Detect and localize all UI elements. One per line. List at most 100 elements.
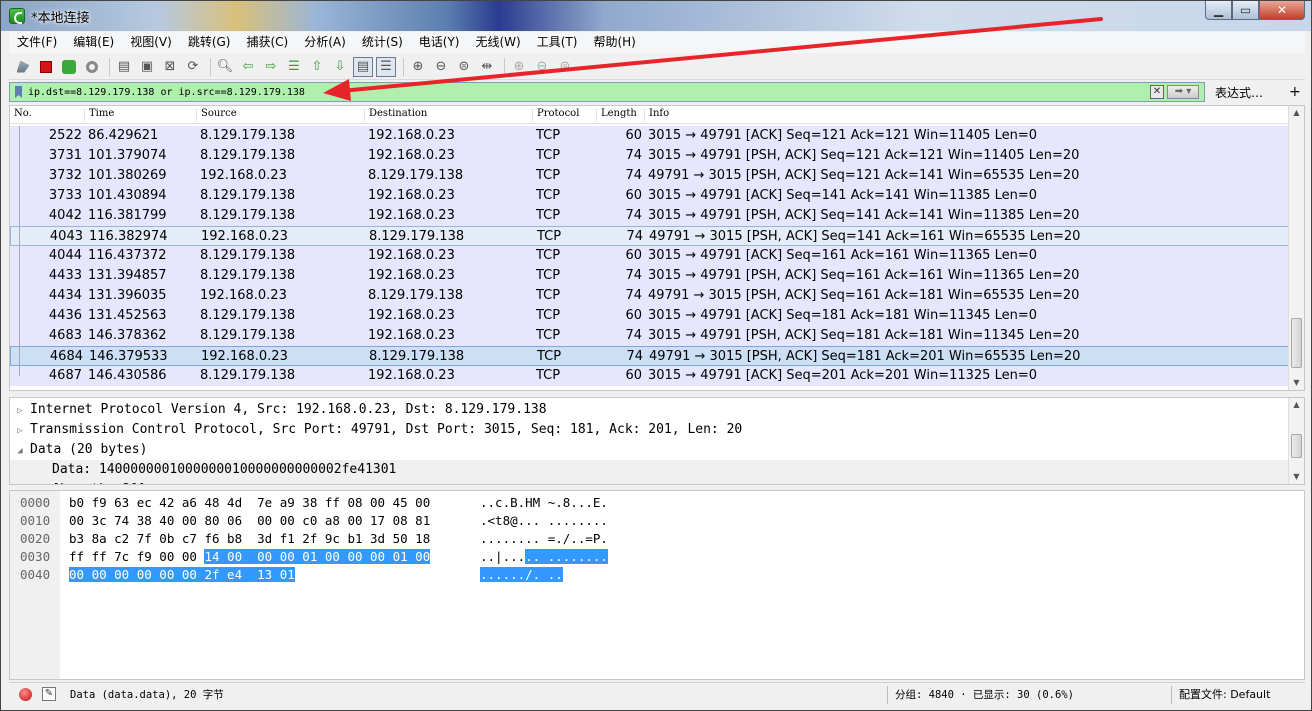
expand-subtrees-button[interactable]: ⊕	[509, 57, 529, 77]
maximize-button[interactable]: ▭	[1232, 1, 1259, 20]
detail-row[interactable]: ▷ Internet Protocol Version 4, Src: 192.1…	[10, 400, 1290, 420]
scroll-down-icon[interactable]: ▼	[1289, 376, 1304, 390]
byte-line[interactable]: 0000 b0 f9 63 ec 42 a6 48 4d 7e a9 38 ff …	[10, 494, 1304, 512]
packet-row[interactable]: 4684 146.379533 192.168.0.23 8.129.179.138 T…	[10, 346, 1290, 366]
byte-line[interactable]: 0030 ff ff 7c f9 00 00 14 00 00 00 01 00 …	[10, 548, 1304, 566]
start-capture-button[interactable]	[13, 57, 33, 77]
column-time[interactable]: Time	[84, 108, 114, 122]
column-info[interactable]: Info	[644, 108, 669, 122]
detail-row[interactable]: [Length: 20]	[10, 480, 1290, 484]
menu-item[interactable]: 编辑(E)	[65, 32, 122, 53]
packet-row[interactable]: 4687 146.430586 8.129.179.138 192.168.0.23 T…	[10, 366, 1290, 386]
collapse-subtrees-button[interactable]: ⊖	[532, 57, 552, 77]
packet-list-scrollbar[interactable]: ▲ ▼	[1288, 106, 1304, 390]
wireshark-app-icon	[9, 8, 25, 24]
column-no[interactable]: No.	[10, 108, 32, 122]
status-profile[interactable]: 配置文件: Default	[1179, 683, 1270, 707]
filter-text[interactable]: ip.dst==8.129.179.138 or ip.src==8.129.1…	[28, 87, 305, 98]
go-to-packet-button[interactable]: ☰	[284, 57, 304, 77]
title-bar[interactable]: *本地连接 ▁ ▭ ✕	[1, 1, 1311, 31]
last-packet-button[interactable]: ⇩	[330, 57, 350, 77]
first-packet-button[interactable]: ⇧	[307, 57, 327, 77]
open-file-button[interactable]: ▤	[114, 57, 134, 77]
detail-row[interactable]: ◢ Data (20 bytes)	[10, 440, 1290, 460]
detail-row[interactable]: ▷ Transmission Control Protocol, Src Port…	[10, 420, 1290, 440]
packet-row[interactable]: 4044 116.437372 8.129.179.138 192.168.0.23 T…	[10, 246, 1290, 266]
byte-line[interactable]: 0040 00 00 00 00 00 00 2f e4 13 01 ....../…	[10, 566, 1304, 584]
expert-info-icon[interactable]	[19, 688, 32, 701]
detail-row[interactable]: Data: 1400000001000000010000000000002fe4…	[10, 460, 1290, 480]
menu-item[interactable]: 帮助(H)	[585, 32, 643, 53]
menu-item[interactable]: 工具(T)	[529, 32, 586, 53]
column-protocol[interactable]: Protocol	[532, 108, 579, 122]
add-filter-button[interactable]: +	[1289, 84, 1301, 100]
expression-button[interactable]: 表达式…	[1215, 84, 1263, 101]
packet-row[interactable]: 4043 116.382974 192.168.0.23 8.129.179.138 T…	[10, 226, 1290, 246]
resize-columns-button[interactable]: ⇹	[477, 57, 497, 77]
byte-line[interactable]: 0010 00 3c 74 38 40 00 80 06 00 00 c0 a8 …	[10, 512, 1304, 530]
minimize-button[interactable]: ▁	[1205, 1, 1232, 20]
packet-row[interactable]: 3731 101.379074 8.129.179.138 192.168.0.23 T…	[10, 146, 1290, 166]
close-button[interactable]: ✕	[1259, 1, 1305, 20]
packet-row[interactable]: 3733 101.430894 8.129.179.138 192.168.0.23 T…	[10, 186, 1290, 206]
menu-item[interactable]: 分析(A)	[296, 32, 354, 53]
column-length[interactable]: Length	[596, 108, 637, 122]
packet-protocol: TCP	[537, 229, 562, 244]
expand-triangle-icon[interactable]: ▷	[10, 401, 30, 421]
scroll-thumb[interactable]	[1291, 318, 1302, 368]
packet-length: 74	[625, 208, 642, 223]
expand-triangle-icon[interactable]: ▷	[10, 421, 30, 441]
packet-source: 8.129.179.138	[200, 328, 296, 343]
packet-row[interactable]: 4434 131.396035 192.168.0.23 8.129.179.138 T…	[10, 286, 1290, 306]
scroll-up-icon[interactable]: ▲	[1289, 106, 1304, 120]
normal-size-button[interactable]: ⊜	[454, 57, 474, 77]
menu-item[interactable]: 文件(F)	[9, 32, 65, 53]
save-file-button[interactable]: ▣	[137, 57, 157, 77]
packet-bytes[interactable]: 0000 b0 f9 63 ec 42 a6 48 4d 7e a9 38 ff …	[9, 490, 1305, 680]
packet-row[interactable]: 4683 146.378362 8.129.179.138 192.168.0.23 T…	[10, 326, 1290, 346]
packet-list-header: No. Time Source Destination Protocol Len…	[10, 106, 1290, 124]
byte-line[interactable]: 0020 b3 8a c2 7f 0b c7 f6 b8 3d f1 2f 9c …	[10, 530, 1304, 548]
menu-item[interactable]: 跳转(G)	[180, 32, 239, 53]
find-packet-button[interactable]: 🔍︎	[215, 57, 235, 77]
menu-item[interactable]: 电话(Y)	[411, 32, 468, 53]
zoom-out-button[interactable]: ⊖	[431, 57, 451, 77]
display-filter-input[interactable]: ip.dst==8.129.179.138 or ip.src==8.129.1…	[9, 82, 1205, 102]
packet-row[interactable]: 2522 86.429621 8.129.179.138 192.168.0.23 TC…	[10, 126, 1290, 146]
bookmark-icon[interactable]	[15, 86, 22, 98]
reload-file-button[interactable]: ⟳	[183, 57, 203, 77]
menu-item[interactable]: 视图(V)	[122, 32, 180, 53]
apply-filter-button[interactable]: ➡ ▾	[1167, 85, 1199, 99]
packet-row[interactable]: 4042 116.381799 8.129.179.138 192.168.0.23 T…	[10, 206, 1290, 226]
close-file-button[interactable]: ⊠	[160, 57, 180, 77]
stop-capture-button[interactable]	[36, 57, 56, 77]
go-back-button[interactable]: ⇦	[238, 57, 258, 77]
packet-row[interactable]: 4433 131.394857 8.129.179.138 192.168.0.23 T…	[10, 266, 1290, 286]
scroll-down-icon[interactable]: ▼	[1289, 470, 1304, 484]
scroll-thumb[interactable]	[1291, 434, 1302, 458]
menu-item[interactable]: 捕获(C)	[238, 32, 296, 53]
packet-row[interactable]: 3732 101.380269 192.168.0.23 8.129.179.138 T…	[10, 166, 1290, 186]
column-source[interactable]: Source	[196, 108, 237, 122]
column-destination[interactable]: Destination	[364, 108, 427, 122]
clear-filter-button[interactable]: ✕	[1150, 85, 1164, 99]
scroll-up-icon[interactable]: ▲	[1289, 398, 1304, 412]
restart-capture-button[interactable]	[59, 57, 79, 77]
toolbar-separator	[109, 57, 110, 76]
colorize-button[interactable]: ☰	[376, 56, 396, 77]
zoom-in-button[interactable]: ⊕	[408, 57, 428, 77]
details-scrollbar[interactable]: ▲ ▼	[1288, 398, 1304, 484]
go-forward-button[interactable]: ⇨	[261, 57, 281, 77]
packet-list[interactable]: No. Time Source Destination Protocol Len…	[9, 105, 1305, 391]
byte-hex: ff ff 7c f9 00 00 14 00 00 00 01 00 00 0…	[69, 548, 431, 566]
collapse-triangle-icon[interactable]: ◢	[10, 441, 30, 461]
collapse-all-button[interactable]: ⊜	[555, 57, 575, 77]
autoscroll-button[interactable]: ▤	[353, 56, 373, 77]
edit-comment-icon[interactable]: ✎	[42, 687, 56, 701]
byte-rows: 0000 b0 f9 63 ec 42 a6 48 4d 7e a9 38 ff …	[10, 494, 1304, 584]
menu-item[interactable]: 统计(S)	[354, 32, 411, 53]
menu-item[interactable]: 无线(W)	[468, 32, 529, 53]
packet-row[interactable]: 4436 131.452563 8.129.179.138 192.168.0.23 T…	[10, 306, 1290, 326]
packet-details[interactable]: ▷ Internet Protocol Version 4, Src: 192.1…	[9, 397, 1305, 485]
capture-options-button[interactable]	[82, 57, 102, 77]
